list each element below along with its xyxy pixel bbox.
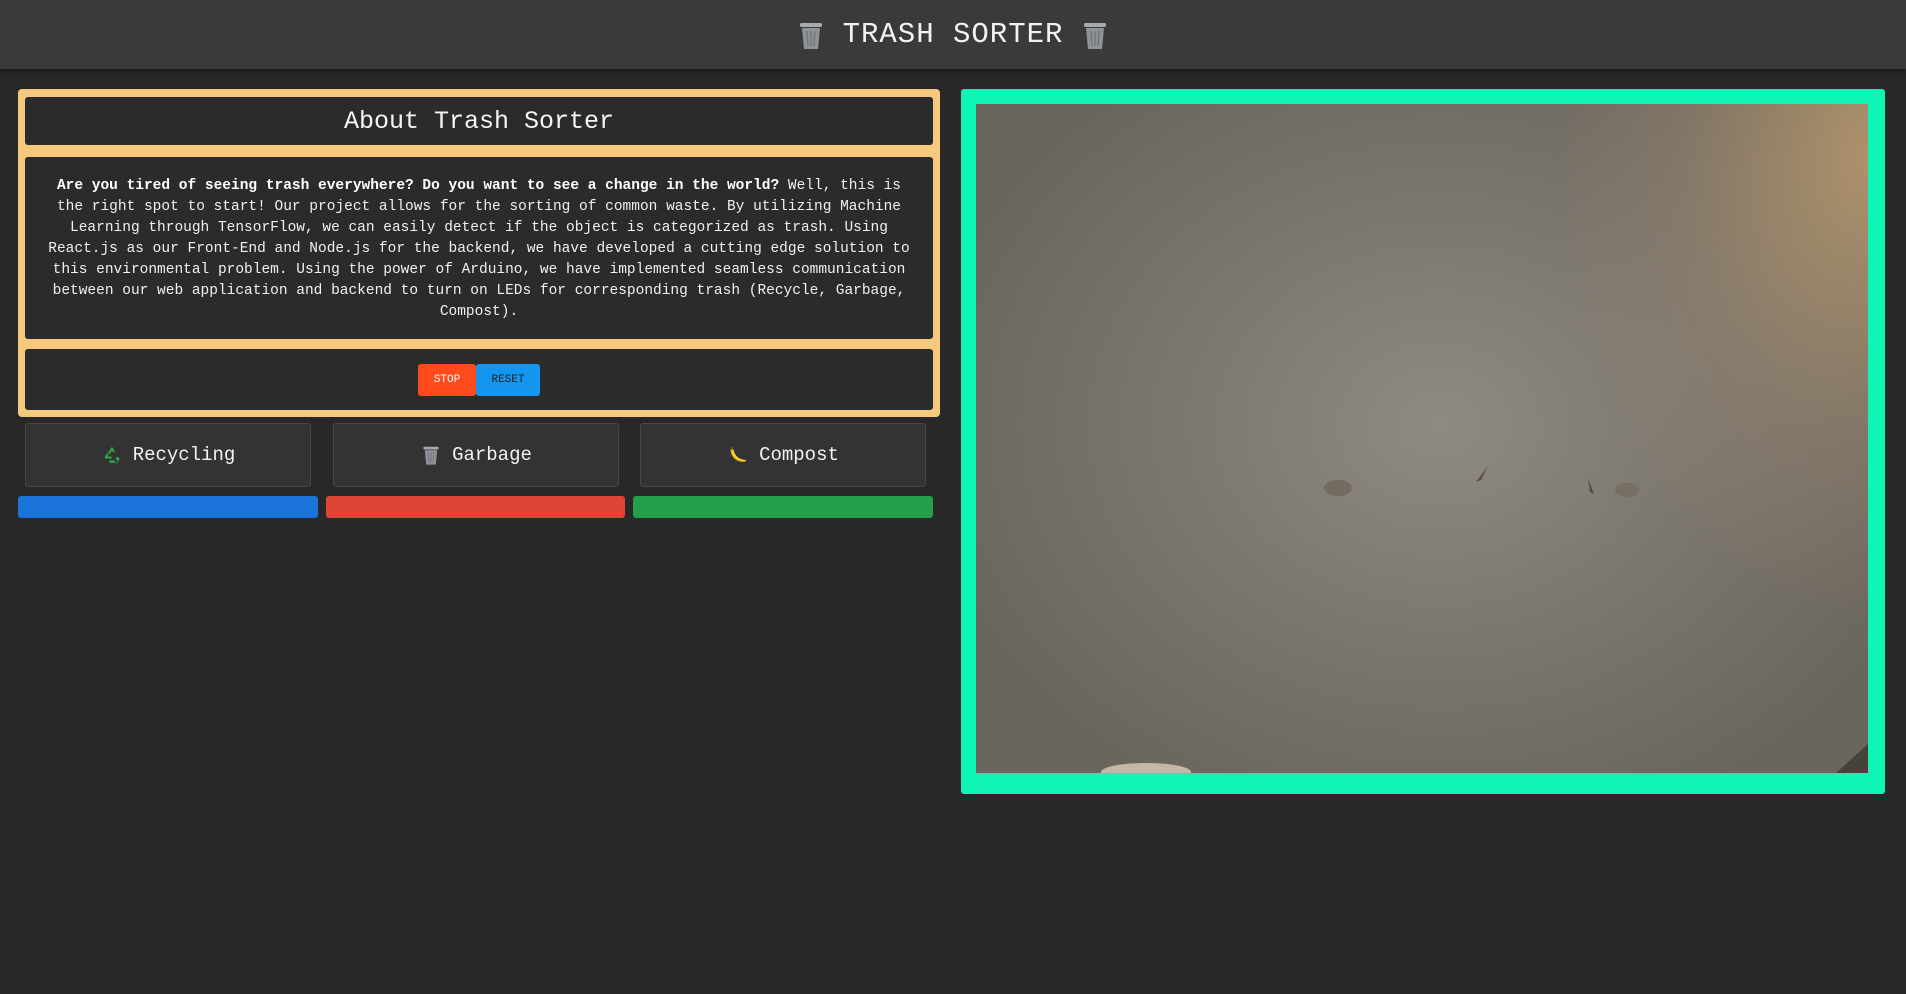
recycling-indicator-bar bbox=[18, 496, 318, 518]
category-garbage: Garbage bbox=[333, 423, 619, 487]
about-intro: Are you tired of seeing trash everywhere… bbox=[56, 178, 780, 194]
app-title: TRASH SORTER bbox=[842, 18, 1064, 51]
about-panel: About Trash Sorter Are you tired of seei… bbox=[18, 89, 940, 417]
webcam-image bbox=[1101, 466, 1868, 773]
about-title: About Trash Sorter bbox=[25, 97, 933, 145]
trash-bin-icon bbox=[799, 22, 822, 49]
category-label: Compost bbox=[759, 444, 839, 466]
trash-bin-icon bbox=[1084, 22, 1107, 49]
category-label: Garbage bbox=[452, 444, 532, 466]
about-description: Are you tired of seeing trash everywhere… bbox=[25, 157, 933, 339]
category-recycling: Recycling bbox=[25, 423, 311, 487]
category-compost: Compost bbox=[640, 423, 926, 487]
compost-indicator-bar bbox=[633, 496, 933, 518]
webcam-feed bbox=[976, 104, 1868, 773]
about-body: Well, this is the right spot to start! O… bbox=[48, 178, 910, 320]
garbage-indicator-bar bbox=[326, 496, 625, 518]
banana-icon bbox=[730, 446, 747, 462]
app-header: TRASH SORTER bbox=[0, 0, 1906, 69]
category-label: Recycling bbox=[132, 444, 236, 466]
controls-bar: STOP RESET bbox=[25, 349, 933, 410]
reset-button[interactable]: RESET bbox=[476, 363, 540, 396]
camera-frame bbox=[961, 89, 1885, 794]
stop-button[interactable]: STOP bbox=[418, 363, 476, 396]
trash-bin-icon bbox=[423, 446, 439, 465]
recycle-icon bbox=[103, 446, 120, 464]
